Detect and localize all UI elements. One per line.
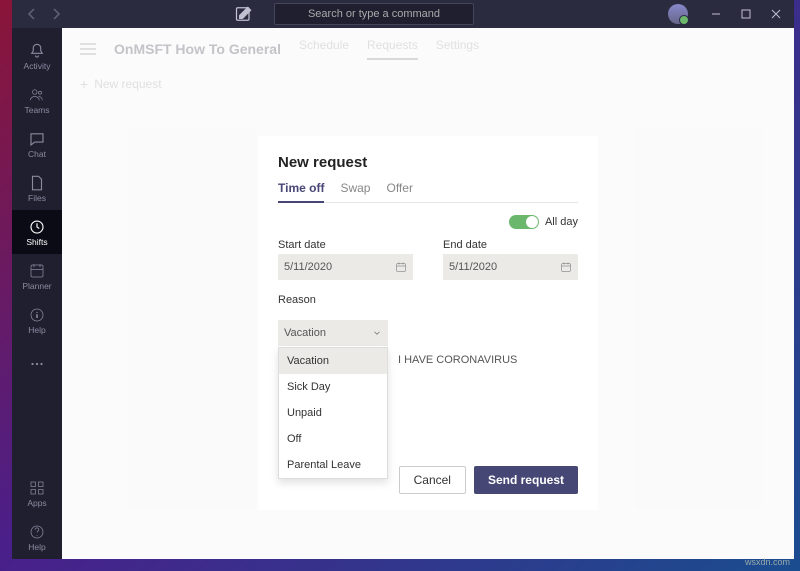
rail-label: Shifts: [26, 237, 47, 247]
dropdown-option[interactable]: Off: [279, 426, 387, 452]
dialog-title: New request: [278, 154, 578, 171]
more-icon: [28, 355, 46, 373]
rail-label: Teams: [24, 105, 49, 115]
bell-icon: [28, 42, 46, 60]
rail-label: Planner: [22, 281, 51, 291]
start-date-label: Start date: [278, 239, 413, 251]
dropdown-option[interactable]: Sick Day: [279, 374, 387, 400]
rail-planner[interactable]: Planner: [12, 254, 62, 298]
rail-apps[interactable]: Apps: [12, 471, 62, 515]
apps-icon: [28, 479, 46, 497]
maximize-button[interactable]: [732, 2, 760, 26]
info-icon: [28, 306, 46, 324]
reason-value: Vacation: [284, 327, 326, 339]
allday-toggle[interactable]: [509, 215, 539, 229]
shifts-icon: [28, 218, 46, 236]
end-date-input[interactable]: 5/11/2020: [443, 254, 578, 280]
files-icon: [28, 174, 46, 192]
rail-shifts[interactable]: Shifts: [12, 210, 62, 254]
rail-label: Activity: [24, 61, 51, 71]
new-request-dialog: New request Time off Swap Offer All day …: [258, 136, 598, 510]
reason-select[interactable]: Vacation: [278, 320, 388, 346]
dropdown-option[interactable]: Unpaid: [279, 400, 387, 426]
reason-label: Reason: [278, 294, 578, 306]
allday-label: All day: [545, 216, 578, 228]
dropdown-option[interactable]: Vacation: [279, 348, 387, 374]
note-text: I HAVE CORONAVIRUS: [398, 354, 517, 366]
dialog-tab-timeoff[interactable]: Time off: [278, 181, 324, 203]
calendar-icon: [560, 261, 572, 273]
rail-more[interactable]: [12, 342, 62, 386]
reason-dropdown: Vacation Sick Day Unpaid Off Parental Le…: [278, 347, 388, 479]
cancel-button[interactable]: Cancel: [399, 466, 466, 494]
dropdown-option[interactable]: Parental Leave: [279, 452, 387, 478]
app-rail: Activity Teams Chat Files Shifts Planner: [12, 28, 62, 559]
search-placeholder: Search or type a command: [308, 8, 440, 20]
rail-label: Chat: [28, 149, 46, 159]
rail-label: Help: [28, 325, 45, 335]
planner-icon: [28, 262, 46, 280]
rail-files[interactable]: Files: [12, 166, 62, 210]
chevron-down-icon: [372, 328, 382, 338]
chat-icon: [28, 130, 46, 148]
start-date-input[interactable]: 5/11/2020: [278, 254, 413, 280]
calendar-icon: [395, 261, 407, 273]
rail-chat[interactable]: Chat: [12, 122, 62, 166]
titlebar: Search or type a command: [12, 0, 794, 28]
watermark: wsxdn.com: [745, 557, 790, 567]
send-request-button[interactable]: Send request: [474, 466, 578, 494]
back-button[interactable]: [24, 6, 40, 22]
end-date-value: 5/11/2020: [449, 261, 497, 273]
rail-help[interactable]: Help: [12, 298, 62, 342]
dialog-tab-offer[interactable]: Offer: [386, 181, 412, 202]
minimize-button[interactable]: [702, 2, 730, 26]
compose-icon[interactable]: [234, 4, 254, 24]
search-input[interactable]: Search or type a command: [274, 3, 474, 25]
rail-teams[interactable]: Teams: [12, 78, 62, 122]
avatar[interactable]: [668, 4, 688, 24]
rail-label: Files: [28, 193, 46, 203]
rail-label: Apps: [27, 498, 46, 508]
close-button[interactable]: [762, 2, 790, 26]
forward-button[interactable]: [48, 6, 64, 22]
rail-label: Help: [28, 542, 45, 552]
start-date-value: 5/11/2020: [284, 261, 332, 273]
teams-icon: [28, 86, 46, 104]
help-icon: [28, 523, 46, 541]
dialog-tab-swap[interactable]: Swap: [340, 181, 370, 202]
end-date-label: End date: [443, 239, 578, 251]
rail-activity[interactable]: Activity: [12, 34, 62, 78]
rail-help-bottom[interactable]: Help: [12, 515, 62, 559]
